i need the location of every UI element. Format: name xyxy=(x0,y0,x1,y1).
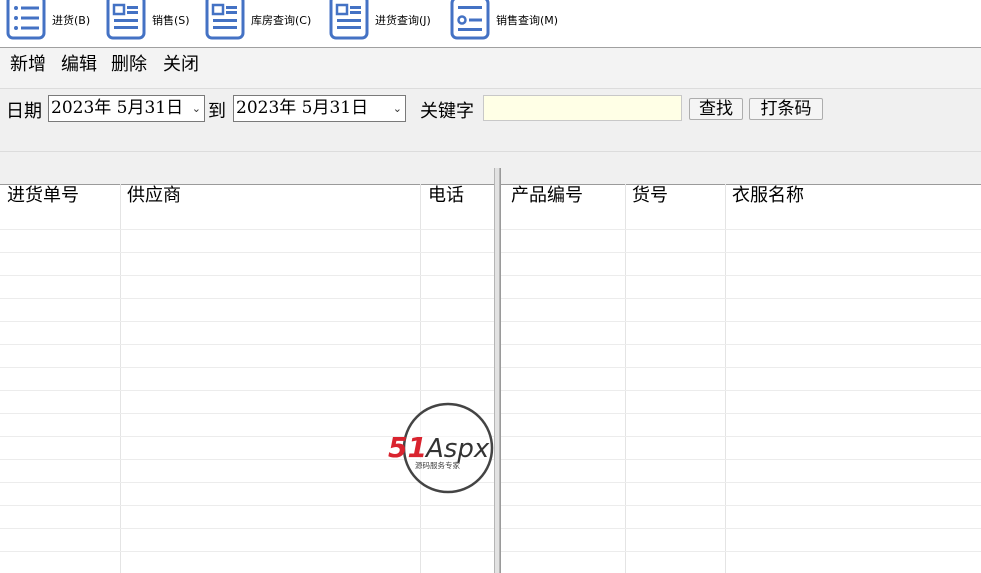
products-grid[interactable]: 产品编号 货号 衣服名称 xyxy=(500,168,981,573)
date-from-value: 2023年 5月31日 xyxy=(51,98,184,118)
close-menu-item[interactable]: 关闭 xyxy=(163,50,199,76)
toolbar-sales-query-label: 销售查询(M) xyxy=(496,14,559,27)
keyword-label: 关键字 xyxy=(420,101,474,122)
search-button[interactable]: 查找 xyxy=(689,98,743,120)
row-line xyxy=(0,551,494,552)
row-line xyxy=(0,505,494,506)
row-line xyxy=(501,344,981,345)
print-barcode-button[interactable]: 打条码 xyxy=(749,98,823,120)
row-line xyxy=(501,252,981,253)
column-header-supplier[interactable]: 供应商 xyxy=(127,181,181,207)
toolbar-inventory-query-button[interactable]: 库房查询(C) xyxy=(205,0,311,40)
date-to-value: 2023年 5月31日 xyxy=(236,98,369,118)
row-line xyxy=(501,413,981,414)
row-line xyxy=(0,321,494,322)
toolbar-purchase-query-label: 进货查询(J) xyxy=(375,14,431,27)
column-header-order-no[interactable]: 进货单号 xyxy=(7,181,79,207)
keyword-input[interactable] xyxy=(483,95,682,121)
main-toolbar: 进货(B) 销售(S) 库房查询(C) 进货查询(J) 销售查询(M) xyxy=(0,0,981,48)
row-line xyxy=(501,367,981,368)
row-line xyxy=(0,367,494,368)
row-line xyxy=(0,275,494,276)
row-line xyxy=(0,252,494,253)
row-line xyxy=(0,344,494,345)
row-line xyxy=(501,390,981,391)
column-header-item-no[interactable]: 货号 xyxy=(632,181,668,207)
filter-panel: 日期 2023年 5月31日 ⌄ 到 2023年 5月31日 ⌄ 关键字 查找 … xyxy=(0,89,981,152)
action-menu-bar: 新增 编辑 删除 关闭 xyxy=(0,48,981,89)
grid-area-header-strip xyxy=(0,152,981,168)
row-line xyxy=(0,390,494,391)
row-line xyxy=(0,528,494,529)
row-line xyxy=(501,459,981,460)
row-line xyxy=(501,436,981,437)
row-line xyxy=(501,229,981,230)
toolbar-purchase-label: 进货(B) xyxy=(52,14,91,27)
row-line xyxy=(501,321,981,322)
row-line xyxy=(501,551,981,552)
date-label: 日期 xyxy=(6,101,42,122)
to-label: 到 xyxy=(208,101,226,122)
column-separator xyxy=(420,184,421,573)
column-separator xyxy=(725,184,726,573)
toolbar-purchase-button[interactable]: 进货(B) xyxy=(6,0,90,40)
column-header-phone[interactable]: 电话 xyxy=(428,181,464,207)
toolbar-purchase-query-button[interactable]: 进货查询(J) xyxy=(329,0,431,40)
row-line xyxy=(0,229,494,230)
toolbar-sales-label: 销售(S) xyxy=(152,14,190,27)
row-line xyxy=(501,298,981,299)
toolbar-inventory-query-label: 库房查询(C) xyxy=(251,14,312,27)
column-separator xyxy=(625,184,626,573)
edit-menu-item[interactable]: 编辑 xyxy=(61,50,97,76)
row-line xyxy=(0,298,494,299)
column-header-product-no[interactable]: 产品编号 xyxy=(511,181,583,207)
watermark-aspx-text: Aspx xyxy=(424,434,490,464)
row-line xyxy=(501,505,981,506)
purchase-orders-grid[interactable]: 进货单号 供应商 电话 xyxy=(0,168,494,573)
chevron-down-icon[interactable]: ⌄ xyxy=(192,96,201,121)
toolbar-sales-query-button[interactable]: 销售查询(M) xyxy=(450,0,558,40)
add-menu-item[interactable]: 新增 xyxy=(10,50,46,76)
watermark-logo: 51 Aspx 源码服务专家 xyxy=(388,402,494,494)
document-icon xyxy=(205,0,245,40)
chevron-down-icon[interactable]: ⌄ xyxy=(393,96,402,121)
document-icon xyxy=(106,0,146,40)
watermark-51-text: 51 xyxy=(388,431,427,464)
list-icon xyxy=(6,0,46,40)
row-line xyxy=(501,275,981,276)
row-line xyxy=(501,528,981,529)
column-header-clothing-name[interactable]: 衣服名称 xyxy=(732,181,804,207)
toolbar-sales-button[interactable]: 销售(S) xyxy=(106,0,190,40)
delete-menu-item[interactable]: 删除 xyxy=(111,50,147,76)
date-to-picker[interactable]: 2023年 5月31日 ⌄ xyxy=(233,95,406,122)
form-icon xyxy=(450,0,490,40)
document-icon xyxy=(329,0,369,40)
column-separator xyxy=(120,184,121,573)
date-from-picker[interactable]: 2023年 5月31日 ⌄ xyxy=(48,95,205,122)
row-line xyxy=(501,482,981,483)
watermark-tagline: 源码服务专家 xyxy=(415,460,460,470)
